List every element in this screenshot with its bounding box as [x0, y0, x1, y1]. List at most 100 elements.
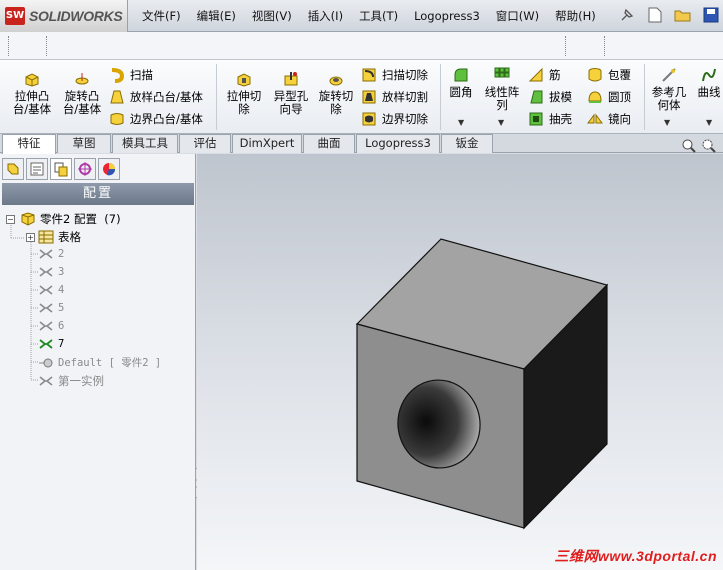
curves-label: 曲线	[697, 85, 721, 99]
separator	[440, 64, 441, 130]
secondary-toolbar-strip	[0, 32, 723, 60]
solidworks-logo[interactable]: SW SOLIDWORKS	[0, 0, 128, 32]
revolve-cut-label: 旋转切 除	[318, 89, 354, 116]
configuration-manager-tab-icon[interactable]	[50, 158, 72, 180]
revolve-cut-button[interactable]: 旋转切 除	[314, 70, 358, 116]
boundary-cut-label: 边界切除	[382, 112, 428, 126]
menu-help[interactable]: 帮助(H)	[547, 8, 604, 24]
feature-manager-tab-icon[interactable]	[2, 158, 24, 180]
extrude-cut-icon	[235, 70, 253, 88]
pin-icon[interactable]	[615, 4, 639, 26]
mirror-icon	[586, 110, 604, 128]
linear-pattern-button[interactable]: 线性阵 列	[480, 66, 524, 112]
revolve-boss-icon	[73, 70, 91, 88]
menu-window[interactable]: 窗口(W)	[488, 8, 547, 24]
mirror-button[interactable]: 镜向	[586, 110, 631, 128]
logo-mark-icon: SW	[5, 7, 25, 25]
shell-button[interactable]: 抽壳	[527, 110, 572, 128]
toolbar-grip-mid[interactable]	[46, 36, 50, 56]
loft-boss-button[interactable]: 放样凸台/基体	[108, 88, 203, 106]
menu-view[interactable]: 视图(V)	[244, 8, 300, 24]
sweep-cut-icon	[360, 66, 378, 84]
sweep-cut-label: 扫描切除	[382, 68, 428, 82]
curves-dropdown-icon[interactable]: ▼	[706, 118, 712, 127]
extrude-cut-label: 拉伸切 除	[226, 89, 262, 116]
tab-sketch[interactable]: 草图	[57, 134, 111, 153]
tab-logopress3[interactable]: Logopress3	[356, 134, 440, 153]
toolbar-grip-right2[interactable]	[604, 36, 608, 56]
new-document-icon[interactable]	[643, 4, 667, 26]
sweep-cut-button[interactable]: 扫描切除	[360, 66, 428, 84]
loft-boss-label: 放样凸台/基体	[130, 90, 203, 104]
dimxpert-manager-tab-icon[interactable]	[74, 158, 96, 180]
extrude-boss-icon	[23, 70, 41, 88]
extrude-boss-button[interactable]: 拉伸凸 台/基体	[10, 70, 54, 116]
save-icon[interactable]	[699, 4, 723, 26]
sweep-icon	[108, 66, 126, 84]
loft-cut-icon	[360, 88, 378, 106]
property-manager-tab-icon[interactable]	[26, 158, 48, 180]
revolve-boss-label: 旋转凸 台/基体	[62, 89, 102, 116]
reference-geometry-dropdown-icon[interactable]: ▼	[664, 118, 670, 127]
command-manager-tabs: 特征 草图 模具工具 评估 DimXpert 曲面 Logopress3 钣金	[0, 134, 723, 154]
fillet-dropdown-icon[interactable]: ▼	[458, 118, 464, 127]
dome-label: 圆顶	[608, 90, 631, 104]
shell-label: 抽壳	[549, 112, 572, 126]
revolve-cut-icon	[327, 70, 345, 88]
tab-features[interactable]: 特征	[2, 134, 56, 154]
linear-pattern-dropdown-icon[interactable]: ▼	[498, 118, 504, 127]
wrap-label: 包覆	[608, 68, 631, 82]
display-manager-tab-icon[interactable]	[98, 158, 120, 180]
dome-button[interactable]: 圆顶	[586, 88, 631, 106]
tree-item-table-label: 表格	[58, 230, 81, 244]
sweep-button[interactable]: 扫描	[108, 66, 153, 84]
menu-bar: 文件(F) 编辑(E) 视图(V) 插入(I) 工具(T) Logopress3…	[134, 0, 604, 32]
wrap-icon	[586, 66, 604, 84]
tab-evaluate[interactable]: 评估	[179, 134, 231, 153]
extrude-cut-button[interactable]: 拉伸切 除	[222, 70, 266, 116]
extrude-boss-label: 拉伸凸 台/基体	[12, 89, 52, 116]
boundary-boss-button[interactable]: 边界凸台/基体	[108, 110, 203, 128]
hole-wizard-label: 异型孔 向导	[273, 89, 309, 116]
hole-wizard-icon	[282, 70, 300, 88]
menu-insert[interactable]: 插入(I)	[300, 8, 351, 24]
command-manager: 拉伸凸 台/基体 旋转凸 台/基体 扫描 放样凸台/基体 边界凸台/基体 拉伸切…	[0, 60, 723, 134]
hole-wizard-button[interactable]: 异型孔 向导	[268, 70, 314, 116]
dome-icon	[586, 88, 604, 106]
first-instance-label: 第一实例	[58, 374, 104, 388]
tab-surfaces[interactable]: 曲面	[303, 134, 355, 153]
separator	[644, 64, 645, 130]
toolbar-grip-left[interactable]	[8, 36, 12, 56]
wrap-button[interactable]: 包覆	[586, 66, 631, 84]
loft-cut-button[interactable]: 放样切割	[360, 88, 428, 106]
menu-logopress[interactable]: Logopress3	[406, 9, 488, 23]
toolbar-grip-right[interactable]	[565, 36, 569, 56]
reference-geometry-icon	[660, 66, 678, 84]
reference-geometry-button[interactable]: 参考几 何体	[648, 66, 690, 112]
rib-button[interactable]: 筋	[527, 66, 561, 84]
reference-geometry-label: 参考几 何体	[651, 85, 687, 112]
cube-model[interactable]	[197, 154, 723, 570]
curves-button[interactable]: 曲线	[694, 66, 723, 99]
menu-file[interactable]: 文件(F)	[134, 8, 189, 24]
separator	[216, 64, 217, 130]
boundary-cut-icon	[360, 110, 378, 128]
draft-button[interactable]: 拔模	[527, 88, 572, 106]
title-menu-bar: SW SOLIDWORKS 文件(F) 编辑(E) 视图(V) 插入(I) 工具…	[0, 0, 723, 32]
menu-edit[interactable]: 编辑(E)	[189, 8, 244, 24]
boundary-boss-label: 边界凸台/基体	[130, 112, 203, 126]
fillet-button[interactable]: 圆角	[446, 66, 476, 99]
open-folder-icon[interactable]	[671, 4, 695, 26]
tab-sheet-metal[interactable]: 钣金	[441, 134, 493, 153]
sweep-label: 扫描	[130, 68, 153, 82]
revolve-boss-button[interactable]: 旋转凸 台/基体	[58, 70, 106, 116]
linear-pattern-icon	[493, 66, 511, 84]
tree-connector-lines	[10, 225, 38, 381]
tab-mold-tools[interactable]: 模具工具	[112, 134, 178, 153]
boundary-cut-button[interactable]: 边界切除	[360, 110, 428, 128]
menu-tools[interactable]: 工具(T)	[351, 8, 406, 24]
graphics-viewport[interactable]: 三维网www.3dportal.cn	[197, 154, 723, 570]
draft-label: 拔模	[549, 90, 572, 104]
tab-dimxpert[interactable]: DimXpert	[232, 134, 302, 153]
linear-pattern-label: 线性阵 列	[484, 85, 520, 112]
